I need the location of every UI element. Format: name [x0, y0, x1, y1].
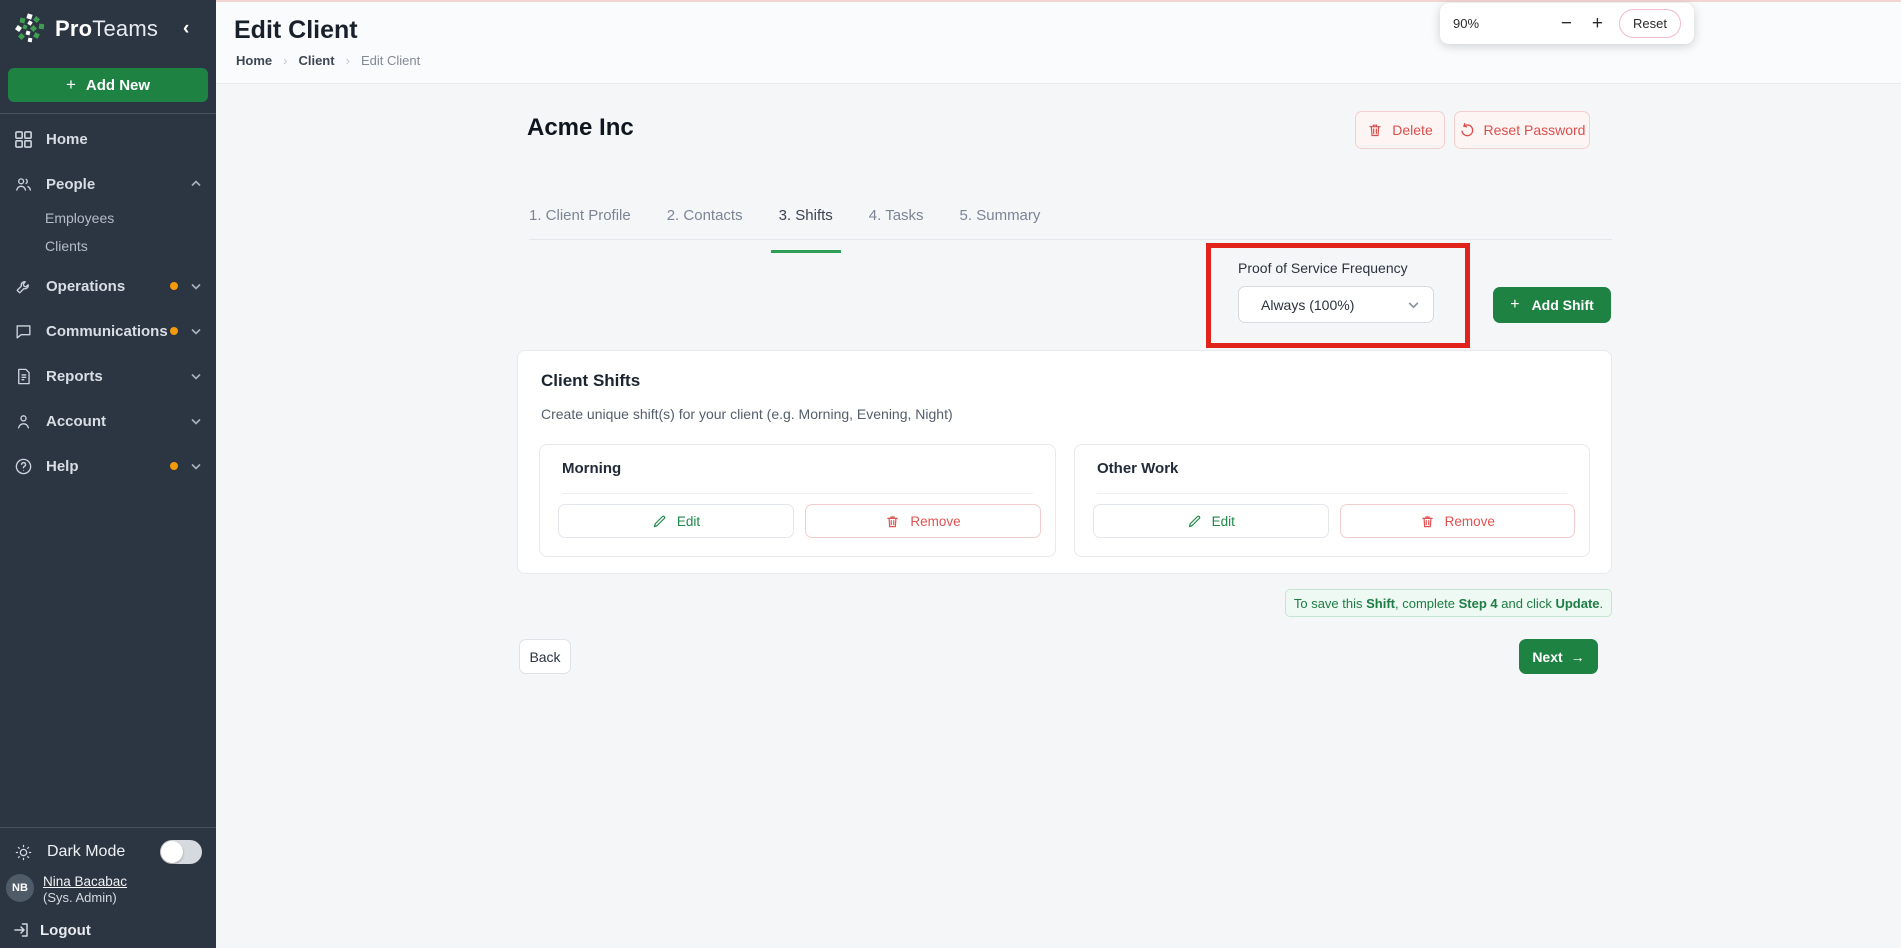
- document-icon: [14, 367, 33, 386]
- chevron-down-icon: [190, 325, 202, 337]
- user-name[interactable]: Nina Bacabac: [43, 874, 127, 890]
- page-top-accent-line: [216, 0, 1901, 2]
- client-name-heading: Acme Inc: [527, 114, 634, 142]
- sidebar-item-operations[interactable]: Operations: [0, 271, 216, 301]
- sidebar-divider: [0, 113, 216, 114]
- chevron-down-icon: [1407, 298, 1420, 311]
- notification-dot: [170, 327, 178, 335]
- chat-icon: [14, 322, 33, 341]
- pencil-icon: [1187, 514, 1202, 529]
- shift-name: Other Work: [1097, 460, 1178, 477]
- pencil-icon: [652, 514, 667, 529]
- sidebar-item-clients[interactable]: Clients: [45, 234, 88, 258]
- app-name: ProTeams: [55, 16, 158, 42]
- zoom-reset-button[interactable]: Reset: [1619, 9, 1681, 38]
- delete-button[interactable]: Delete: [1355, 111, 1445, 149]
- sidebar-item-help[interactable]: Help: [0, 451, 216, 481]
- edit-shift-button[interactable]: Edit: [558, 504, 794, 538]
- trash-icon: [1420, 514, 1435, 529]
- notification-dot: [170, 282, 178, 290]
- next-button[interactable]: Next →: [1519, 639, 1598, 674]
- client-edit-tabs: 1. Client Profile 2. Contacts 3. Shifts …: [529, 207, 1612, 240]
- notification-dot: [170, 462, 178, 470]
- dark-mode-toggle[interactable]: [160, 840, 202, 864]
- tab-summary[interactable]: 5. Summary: [960, 207, 1041, 239]
- client-shifts-card: Client Shifts Create unique shift(s) for…: [517, 350, 1612, 574]
- plus-icon: +: [1510, 296, 1519, 314]
- chevron-down-icon: [190, 415, 202, 427]
- trash-icon: [1367, 122, 1383, 138]
- sidebar: ProTeams ‹ + Add New Home People Employe…: [0, 0, 216, 948]
- client-shifts-subtitle: Create unique shift(s) for your client (…: [541, 406, 953, 422]
- zoom-in-button[interactable]: +: [1592, 14, 1603, 33]
- breadcrumb: Home › Client › Edit Client: [236, 53, 420, 68]
- red-annotation-box: Proof of Service Frequency Always (100%): [1206, 243, 1470, 348]
- sun-icon: [14, 843, 33, 862]
- sidebar-item-communications[interactable]: Communications: [0, 316, 216, 346]
- edit-shift-button[interactable]: Edit: [1093, 504, 1329, 538]
- sidebar-item-account[interactable]: Account: [0, 406, 216, 436]
- divider: [1097, 493, 1567, 494]
- sidebar-item-home[interactable]: Home: [0, 124, 216, 154]
- people-icon: [14, 175, 33, 194]
- client-shifts-title: Client Shifts: [541, 371, 640, 391]
- person-icon: [14, 412, 33, 431]
- divider: [562, 493, 1033, 494]
- dark-mode-row: Dark Mode: [0, 836, 216, 868]
- logo-cluster-icon: [14, 12, 47, 45]
- save-shift-notice: To save this Shift, complete Step 4 and …: [1285, 589, 1612, 617]
- tab-client-profile[interactable]: 1. Client Profile: [529, 207, 631, 239]
- chevron-down-icon: [190, 370, 202, 382]
- shift-card-other-work: Other Work Edit Remove: [1074, 444, 1590, 557]
- back-button[interactable]: Back: [519, 639, 571, 674]
- arrow-right-icon: →: [1571, 649, 1585, 665]
- avatar: NB: [6, 874, 34, 902]
- user-role: (Sys. Admin): [43, 890, 127, 906]
- user-profile[interactable]: NB Nina Bacabac (Sys. Admin): [6, 874, 127, 906]
- trash-icon: [885, 514, 900, 529]
- sidebar-item-people[interactable]: People: [0, 169, 216, 199]
- proof-of-service-select[interactable]: Always (100%): [1238, 286, 1434, 323]
- tab-contacts[interactable]: 2. Contacts: [667, 207, 743, 239]
- question-icon: [14, 457, 33, 476]
- plus-icon: +: [66, 75, 76, 95]
- breadcrumb-home[interactable]: Home: [236, 53, 272, 68]
- add-new-button[interactable]: + Add New: [8, 68, 208, 102]
- chevron-down-icon: [190, 460, 202, 472]
- reset-rotate-icon: [1459, 122, 1475, 138]
- dark-mode-label: Dark Mode: [47, 843, 160, 861]
- app-logo: ProTeams: [14, 12, 158, 45]
- remove-shift-button[interactable]: Remove: [1340, 504, 1576, 538]
- sidebar-divider: [0, 827, 216, 828]
- chevron-up-icon: [190, 178, 202, 190]
- sidebar-item-reports[interactable]: Reports: [0, 361, 216, 391]
- sidebar-item-employees[interactable]: Employees: [45, 206, 114, 230]
- tab-tasks[interactable]: 4. Tasks: [869, 207, 924, 239]
- proof-of-service-label: Proof of Service Frequency: [1238, 260, 1408, 276]
- grid-icon: [14, 130, 33, 149]
- breadcrumb-current: Edit Client: [361, 53, 420, 68]
- breadcrumb-separator: ›: [283, 53, 287, 68]
- logout-button[interactable]: Logout: [0, 916, 216, 944]
- breadcrumb-separator: ›: [346, 53, 350, 68]
- shift-name: Morning: [562, 460, 621, 477]
- reset-password-button[interactable]: Reset Password: [1454, 111, 1590, 149]
- remove-shift-button[interactable]: Remove: [805, 504, 1041, 538]
- shift-card-morning: Morning Edit Remove: [539, 444, 1056, 557]
- add-shift-button[interactable]: + Add Shift: [1493, 287, 1611, 323]
- page-title: Edit Client: [234, 16, 358, 45]
- proof-of-service-value: Always (100%): [1239, 297, 1354, 313]
- tab-shifts[interactable]: 3. Shifts: [779, 207, 833, 239]
- breadcrumb-client[interactable]: Client: [298, 53, 334, 68]
- logout-icon: [12, 921, 30, 939]
- wrench-icon: [14, 277, 33, 296]
- chevron-down-icon: [190, 280, 202, 292]
- zoom-level: 90%: [1453, 16, 1479, 31]
- zoom-out-button[interactable]: −: [1561, 14, 1572, 33]
- sidebar-collapse-icon[interactable]: ‹: [183, 18, 189, 40]
- toggle-knob: [161, 841, 183, 863]
- browser-zoom-widget: 90% − + Reset: [1440, 3, 1694, 44]
